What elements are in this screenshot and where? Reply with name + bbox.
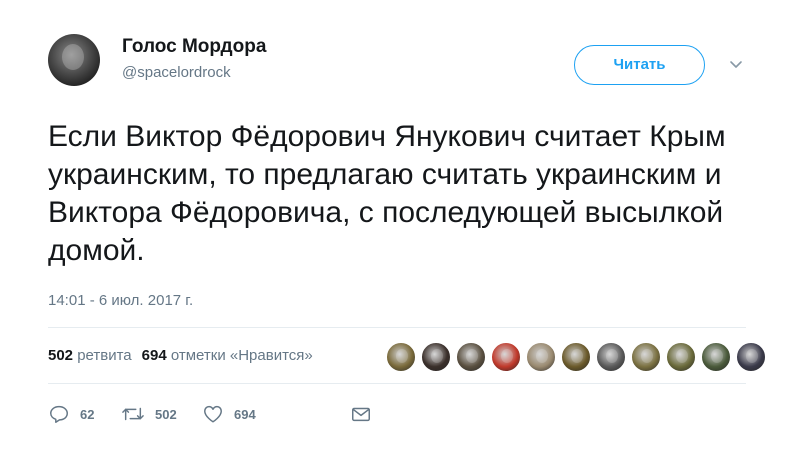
tweet-timestamp[interactable]: 14:01 - 6 июл. 2017 г.: [48, 292, 193, 309]
direct-message-button[interactable]: [350, 402, 372, 426]
liker-avatar[interactable]: [490, 341, 522, 373]
divider: [48, 383, 746, 384]
liker-avatar[interactable]: [595, 341, 627, 373]
liker-avatar[interactable]: [665, 341, 697, 373]
liker-avatar[interactable]: [525, 341, 557, 373]
tweet-stats: 502 ретвита 694 отметки «Нравится»: [48, 347, 313, 364]
author-handle[interactable]: @spacelordrock: [122, 64, 231, 81]
retweets-stat[interactable]: 502 ретвита: [48, 347, 132, 364]
retweets-count: 502: [48, 347, 74, 364]
likes-label: отметки «Нравится»: [170, 347, 313, 364]
retweet-icon: [122, 407, 144, 421]
like-count: 694: [234, 406, 256, 422]
retweet-button[interactable]: 502: [121, 402, 177, 426]
liker-avatar[interactable]: [455, 341, 487, 373]
tweet-card: Голос Мордора @spacelordrock Читать Если…: [0, 0, 795, 460]
reply-icon: [50, 405, 68, 423]
heart-icon: [204, 405, 222, 423]
liker-avatars: [385, 341, 770, 375]
retweets-label: ретвита: [77, 347, 132, 364]
reply-button[interactable]: 62: [48, 402, 94, 426]
liker-avatar[interactable]: [630, 341, 662, 373]
liker-avatar[interactable]: [420, 341, 452, 373]
envelope-icon: [352, 407, 370, 422]
likes-count: 694: [141, 347, 167, 364]
chevron-down-icon[interactable]: [728, 56, 744, 72]
author-name[interactable]: Голос Мордора: [122, 36, 266, 58]
follow-button[interactable]: Читать: [574, 45, 705, 85]
divider: [48, 327, 746, 328]
liker-avatar[interactable]: [735, 341, 767, 373]
tweet-text: Если Виктор Фёдорович Янукович считает К…: [48, 120, 726, 267]
author-avatar[interactable]: [48, 34, 100, 86]
likes-stat[interactable]: 694 отметки «Нравится»: [142, 347, 313, 364]
like-button[interactable]: 694: [202, 402, 256, 426]
retweet-count: 502: [155, 406, 177, 422]
liker-avatar[interactable]: [560, 341, 592, 373]
reply-count: 62: [80, 406, 95, 422]
liker-avatar[interactable]: [700, 341, 732, 373]
liker-avatar[interactable]: [385, 341, 417, 373]
